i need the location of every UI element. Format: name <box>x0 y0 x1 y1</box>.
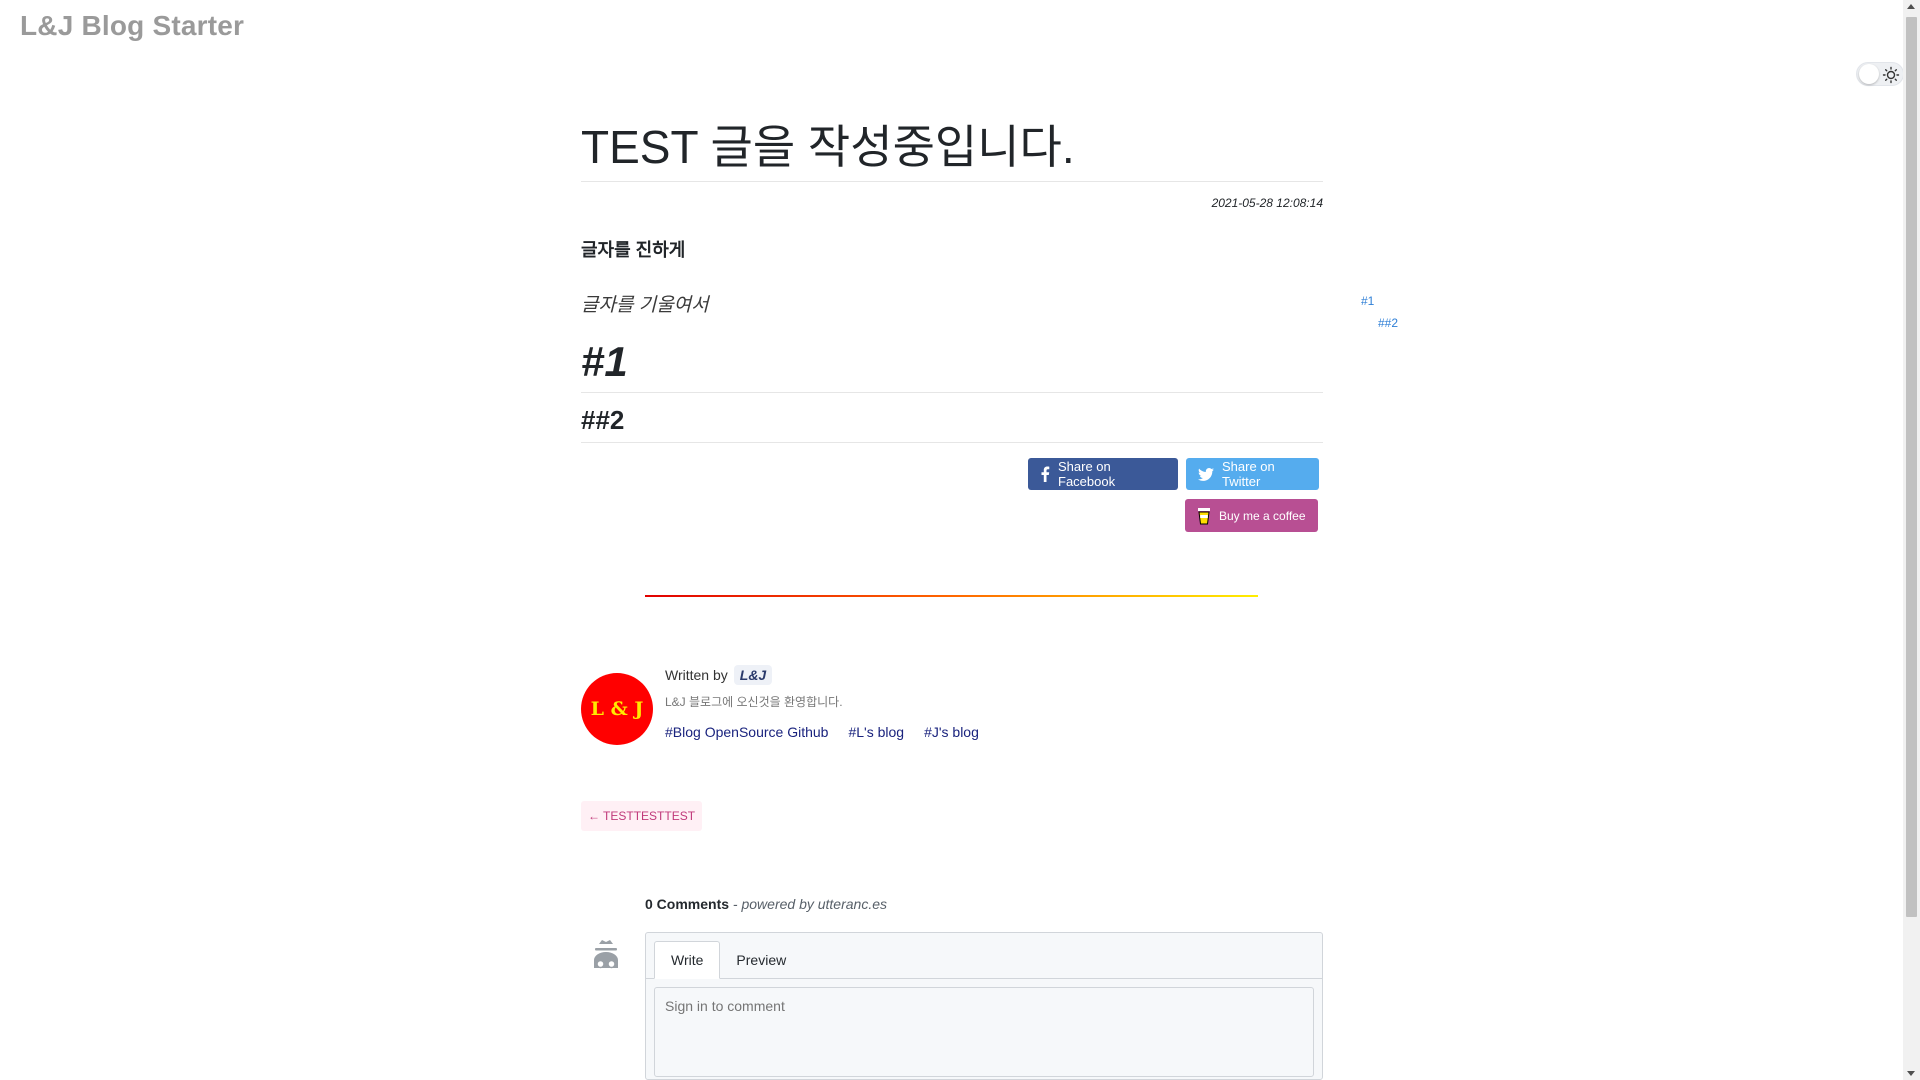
toc-item-2[interactable]: ##2 <box>1361 316 1398 338</box>
author-link-github[interactable]: #Blog OpenSource Github <box>665 724 828 740</box>
author-info: Written by L&J L&J 블로그에 오신것을 환영합니다. #Blo… <box>665 665 979 740</box>
facebook-icon <box>1041 466 1050 482</box>
avatar: L & J <box>581 673 653 745</box>
anonymous-user-icon <box>594 940 618 969</box>
scroll-up-arrow-icon[interactable] <box>1907 4 1915 9</box>
twitter-icon <box>1198 467 1214 481</box>
comments-count: 0 Comments <box>645 896 730 912</box>
sun-icon <box>1882 66 1900 84</box>
table-of-contents: #1 ##2 <box>1361 294 1398 338</box>
section-divider <box>645 595 1258 597</box>
comment-editor: Write Preview <box>645 932 1323 1080</box>
comment-input[interactable] <box>654 987 1314 1077</box>
author-links: #Blog OpenSource Github #L's blog #J's b… <box>665 724 979 740</box>
toggle-knob <box>1859 64 1879 84</box>
tab-preview[interactable]: Preview <box>720 941 802 979</box>
comments-header: 0 Comments - powered by utteranc.es <box>645 896 887 912</box>
theme-toggle[interactable] <box>1856 62 1904 86</box>
coffee-cup-icon <box>1198 507 1210 524</box>
heading-1: #1 <box>581 337 1323 393</box>
written-by-label: Written by <box>665 667 728 683</box>
author-link-l-blog[interactable]: #L's blog <box>848 724 904 740</box>
buy-coffee-label: Buy me a coffee <box>1219 508 1306 523</box>
italic-paragraph: 글자를 기울여서 <box>581 295 709 317</box>
post-date: 2021-05-28 12:08:14 <box>1211 196 1323 211</box>
share-twitter-label: Share on Twitter <box>1222 459 1275 489</box>
share-buttons: Share on Facebook Share on Twitter <box>1028 458 1319 490</box>
share-twitter-button[interactable]: Share on Twitter <box>1186 458 1319 490</box>
author-link-j-blog[interactable]: #J's blog <box>924 724 979 740</box>
comment-tabs: Write Preview <box>646 933 1322 979</box>
heading-2: ##2 <box>581 405 1323 443</box>
share-facebook-label: Share on Facebook <box>1058 459 1116 489</box>
author-description: L&J 블로그에 오신것을 환영합니다. <box>665 695 843 709</box>
buy-coffee-button[interactable]: Buy me a coffee <box>1185 499 1318 532</box>
post-content: TEST 글을 작성중입니다. 2021-05-28 12:08:14 글자를 … <box>581 120 1323 443</box>
scrollbar-thumb[interactable] <box>1906 17 1917 917</box>
author-name-badge[interactable]: L&J <box>733 665 773 685</box>
prev-post-button[interactable]: ← TESTTESTTEST <box>581 801 702 831</box>
vertical-scrollbar[interactable] <box>1903 0 1920 1080</box>
written-by: Written by L&J <box>665 665 979 685</box>
scroll-down-arrow-icon[interactable] <box>1907 1071 1915 1076</box>
post-title: TEST 글을 작성중입니다. <box>581 120 1323 183</box>
toc-item-1[interactable]: #1 <box>1361 294 1398 316</box>
share-facebook-button[interactable]: Share on Facebook <box>1028 458 1178 490</box>
tab-write[interactable]: Write <box>654 941 721 979</box>
bold-paragraph: 글자를 진하게 <box>581 240 686 261</box>
site-title[interactable]: L&J Blog Starter <box>20 10 244 42</box>
comments-powered-by: - powered by utteranc.es <box>732 896 888 912</box>
